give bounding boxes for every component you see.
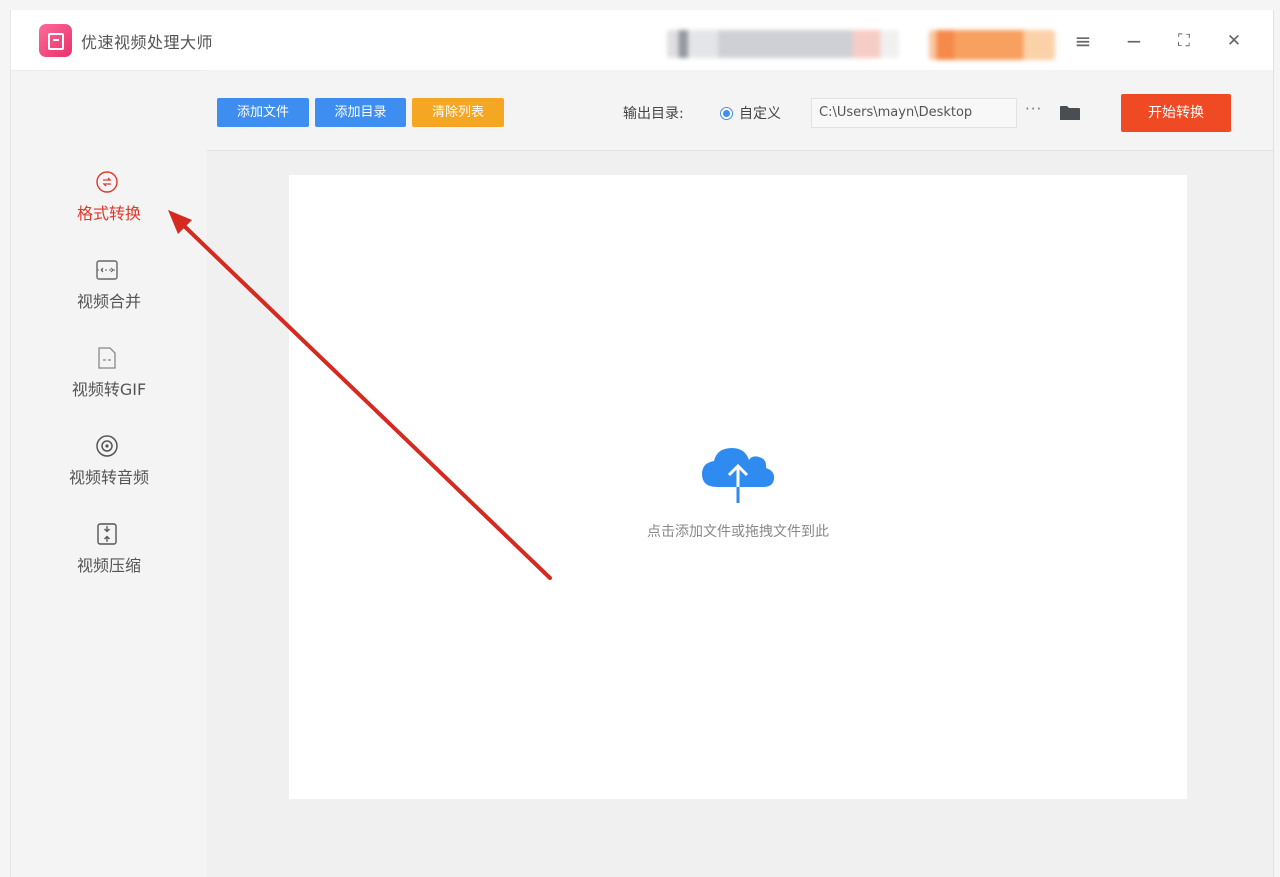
close-icon[interactable]: ✕ [1221,28,1247,54]
sidebar-item-label: 视频转音频 [68,468,149,487]
folder-icon[interactable] [1059,105,1081,121]
app-title: 优速视频处理大师 [81,33,214,52]
clear-list-button[interactable]: 清除列表 [412,98,504,127]
compress-icon [97,523,117,545]
custom-radio[interactable] [720,107,733,120]
sidebar-item-video-compress[interactable]: 视频压缩 [11,522,207,602]
custom-radio-label[interactable]: 自定义 [739,103,781,123]
output-path-field[interactable]: C:\Users\mayn\Desktop [811,98,1017,128]
audio-icon [96,435,118,457]
sidebar-item-video-to-audio[interactable]: 视频转音频 [11,434,207,514]
app-window: 优速视频处理大师 ≡ − ⛶ ✕ 添加文件 添加目录 清除列表 输出目录: 自定… [10,10,1274,877]
toolbar: 添加文件 添加目录 清除列表 输出目录: 自定义 C:\Users\mayn\D… [207,70,1273,151]
format-convert-icon [96,171,118,193]
account-area-blurred[interactable] [667,30,899,58]
merge-icon [96,260,118,280]
drop-hint-text: 点击添加文件或拖拽文件到此 [647,524,829,540]
add-file-button[interactable]: 添加文件 [217,98,309,127]
sidebar-item-format-convert[interactable]: 格式转换 [11,170,207,250]
gif-icon [98,347,116,369]
browse-more-button[interactable]: ··· [1025,100,1042,118]
add-folder-button[interactable]: 添加目录 [315,98,406,127]
sidebar-item-label: 视频合并 [76,292,141,311]
sidebar-item-label: 视频转GIF [71,380,147,399]
file-drop-zone[interactable]: 点击添加文件或拖拽文件到此 [289,175,1187,799]
vip-badge-blurred[interactable] [929,30,1055,60]
sidebar-item-video-merge[interactable]: 视频合并 [11,258,207,338]
start-convert-button[interactable]: 开始转换 [1121,94,1231,132]
sidebar: 格式转换 视频合并 视频转GIF 视频转音频 视频压缩 [11,71,207,877]
maximize-icon[interactable]: ⛶ [1171,28,1197,54]
cloud-upload-icon [702,448,775,503]
minimize-icon[interactable]: − [1121,28,1147,54]
title-bar: 优速视频处理大师 ≡ − ⛶ ✕ [11,10,1273,71]
sidebar-item-video-to-gif[interactable]: 视频转GIF [11,346,207,426]
sidebar-item-label: 视频压缩 [76,556,141,575]
output-dir-label: 输出目录: [623,106,684,122]
main-area: 点击添加文件或拖拽文件到此 [207,151,1273,877]
app-logo-icon [39,24,72,57]
menu-icon[interactable]: ≡ [1070,28,1096,54]
sidebar-item-label: 格式转换 [76,204,141,223]
